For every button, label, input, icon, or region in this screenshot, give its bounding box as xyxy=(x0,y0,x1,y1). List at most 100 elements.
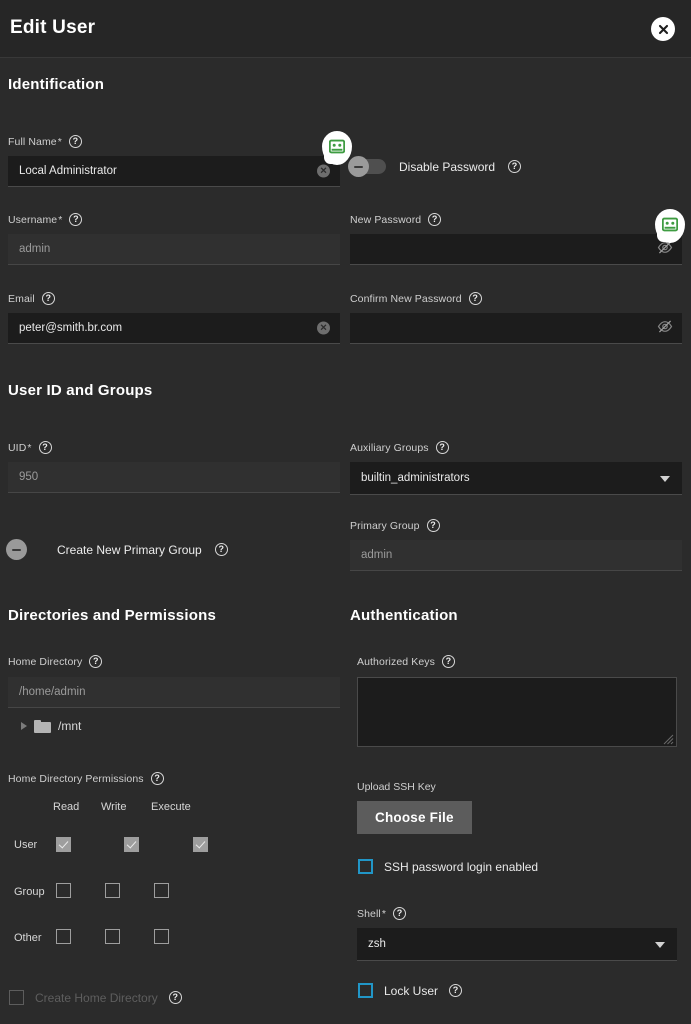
disable-password-toggle[interactable] xyxy=(348,156,386,177)
help-icon[interactable]: ? xyxy=(38,441,52,454)
uid-input[interactable]: 950 xyxy=(8,462,340,493)
chevron-right-icon[interactable] xyxy=(21,722,27,730)
permission-user-execute-checkbox[interactable] xyxy=(192,837,208,853)
toggle-password-visibility-icon[interactable] xyxy=(657,319,673,338)
full-name-input[interactable]: Local Administrator ✕ xyxy=(8,156,340,187)
section-identification-title: Identification xyxy=(8,76,105,93)
help-icon[interactable]: ? xyxy=(468,292,482,305)
authorized-keys-field-group: Authorized Keys ? xyxy=(357,655,677,747)
bot-assistant-icon[interactable] xyxy=(655,209,685,243)
help-icon[interactable]: ? xyxy=(435,441,449,454)
authorized-keys-textarea[interactable] xyxy=(357,677,677,747)
confirm-new-password-input[interactable] xyxy=(350,313,682,344)
help-icon[interactable]: ? xyxy=(69,213,83,226)
resize-handle[interactable] xyxy=(662,732,674,745)
help-icon[interactable]: ? xyxy=(449,984,463,997)
home-directory-label: Home Directory ? xyxy=(8,655,340,668)
permission-other-write-checkbox[interactable] xyxy=(105,929,120,944)
permission-group-write-checkbox[interactable] xyxy=(105,883,120,898)
upload-ssh-key-label: Upload SSH Key xyxy=(357,781,436,793)
create-home-directory-label: Create Home Directory xyxy=(35,990,158,1005)
close-icon[interactable] xyxy=(651,17,675,41)
permissions-grid: Read Write Execute User Group Other xyxy=(8,798,208,958)
help-icon[interactable]: ? xyxy=(89,655,103,668)
help-icon[interactable]: ? xyxy=(508,160,522,173)
username-field-group: Username* ? admin xyxy=(8,213,340,265)
shell-select[interactable]: zsh xyxy=(357,928,677,961)
create-home-directory-row: Create Home Directory ? xyxy=(9,990,182,1005)
ssh-password-login-row: SSH password login enabled xyxy=(358,859,538,874)
section-identification-title-wrap: Identification xyxy=(8,76,340,93)
full-name-label: Full Name* ? xyxy=(8,135,340,148)
chevron-down-icon[interactable] xyxy=(655,942,665,948)
permission-user-write-checkbox[interactable] xyxy=(124,837,140,853)
permissions-row-group: Group xyxy=(14,886,45,898)
full-name-value: Local Administrator xyxy=(19,165,117,177)
home-directory-value: /home/admin xyxy=(19,686,86,698)
create-new-primary-group-toggle[interactable] xyxy=(6,539,44,560)
permission-other-read-checkbox[interactable] xyxy=(56,929,71,944)
clear-icon[interactable]: ✕ xyxy=(317,164,330,178)
new-password-label: New Password ? xyxy=(350,213,682,226)
permission-group-read-checkbox[interactable] xyxy=(56,883,71,898)
create-new-primary-group-label: Create New Primary Group xyxy=(57,542,202,557)
home-directory-permissions-group: Home Directory Permissions ? xyxy=(8,772,340,785)
primary-group-value: admin xyxy=(361,549,393,561)
email-input[interactable]: peter@smith.br.com ✕ xyxy=(8,313,340,344)
bot-assistant-icon[interactable] xyxy=(322,131,352,165)
choose-file-button[interactable]: Choose File xyxy=(357,801,472,834)
help-icon[interactable]: ? xyxy=(68,135,82,148)
help-icon[interactable]: ? xyxy=(150,772,164,785)
section-directories-title-wrap: Directories and Permissions xyxy=(8,607,340,624)
clear-icon[interactable]: ✕ xyxy=(317,321,330,335)
primary-group-field-group: Primary Group ? admin xyxy=(350,519,682,571)
permissions-column-read: Read xyxy=(53,801,80,813)
ssh-password-login-label: SSH password login enabled xyxy=(384,859,539,874)
section-user-id-groups-title: User ID and Groups xyxy=(8,382,153,399)
primary-group-input[interactable]: admin xyxy=(350,540,682,571)
lock-user-checkbox[interactable] xyxy=(358,983,373,998)
folder-icon xyxy=(34,719,51,733)
username-value: admin xyxy=(19,243,51,255)
username-input[interactable]: admin xyxy=(8,234,340,265)
dialog-header: Edit User xyxy=(0,0,691,58)
home-directory-input[interactable]: /home/admin xyxy=(8,677,340,708)
tree-item-label: /mnt xyxy=(58,719,82,733)
section-user-id-groups-title-wrap: User ID and Groups xyxy=(8,382,340,399)
permissions-row-other: Other xyxy=(14,932,42,944)
auxiliary-groups-select[interactable]: builtin_administrators xyxy=(350,462,682,495)
help-icon[interactable]: ? xyxy=(428,213,442,226)
permission-other-execute-checkbox[interactable] xyxy=(154,929,169,944)
edit-user-dialog: Edit User Identification Full Name* ? Lo… xyxy=(0,0,691,1024)
auxiliary-groups-label: Auxiliary Groups ? xyxy=(350,441,682,454)
new-password-input[interactable] xyxy=(350,234,682,265)
username-label: Username* ? xyxy=(8,213,340,226)
section-directories-title: Directories and Permissions xyxy=(8,607,216,624)
section-authentication-title: Authentication xyxy=(350,607,458,624)
authorized-keys-label: Authorized Keys ? xyxy=(357,655,677,668)
chevron-down-icon[interactable] xyxy=(660,476,670,482)
help-icon[interactable]: ? xyxy=(426,519,440,532)
help-icon[interactable]: ? xyxy=(41,292,55,305)
email-value: peter@smith.br.com xyxy=(19,322,123,334)
help-icon[interactable]: ? xyxy=(441,655,455,668)
lock-user-row: Lock User ? xyxy=(358,983,463,998)
help-icon[interactable]: ? xyxy=(168,991,182,1004)
shell-label: Shell* ? xyxy=(357,907,677,920)
full-name-field-group: Full Name* ? Local Administrator ✕ xyxy=(8,135,340,187)
shell-field-group: Shell* ? zsh xyxy=(357,907,677,961)
list-item[interactable]: /mnt xyxy=(8,719,340,733)
ssh-password-login-checkbox[interactable] xyxy=(358,859,373,874)
confirm-new-password-label: Confirm New Password ? xyxy=(350,292,682,305)
permissions-row-user: User xyxy=(14,839,38,851)
permission-user-read-checkbox[interactable] xyxy=(56,837,71,853)
shell-value: zsh xyxy=(368,938,386,950)
disable-password-label: Disable Password xyxy=(399,159,496,174)
help-icon[interactable]: ? xyxy=(393,907,407,920)
help-icon[interactable]: ? xyxy=(214,543,228,556)
home-directory-permissions-label: Home Directory Permissions ? xyxy=(8,772,340,785)
permission-group-execute-checkbox[interactable] xyxy=(154,883,169,898)
create-home-directory-checkbox[interactable] xyxy=(9,990,24,1005)
auxiliary-groups-value: builtin_administrators xyxy=(361,472,470,484)
permissions-column-execute: Execute xyxy=(151,801,191,813)
